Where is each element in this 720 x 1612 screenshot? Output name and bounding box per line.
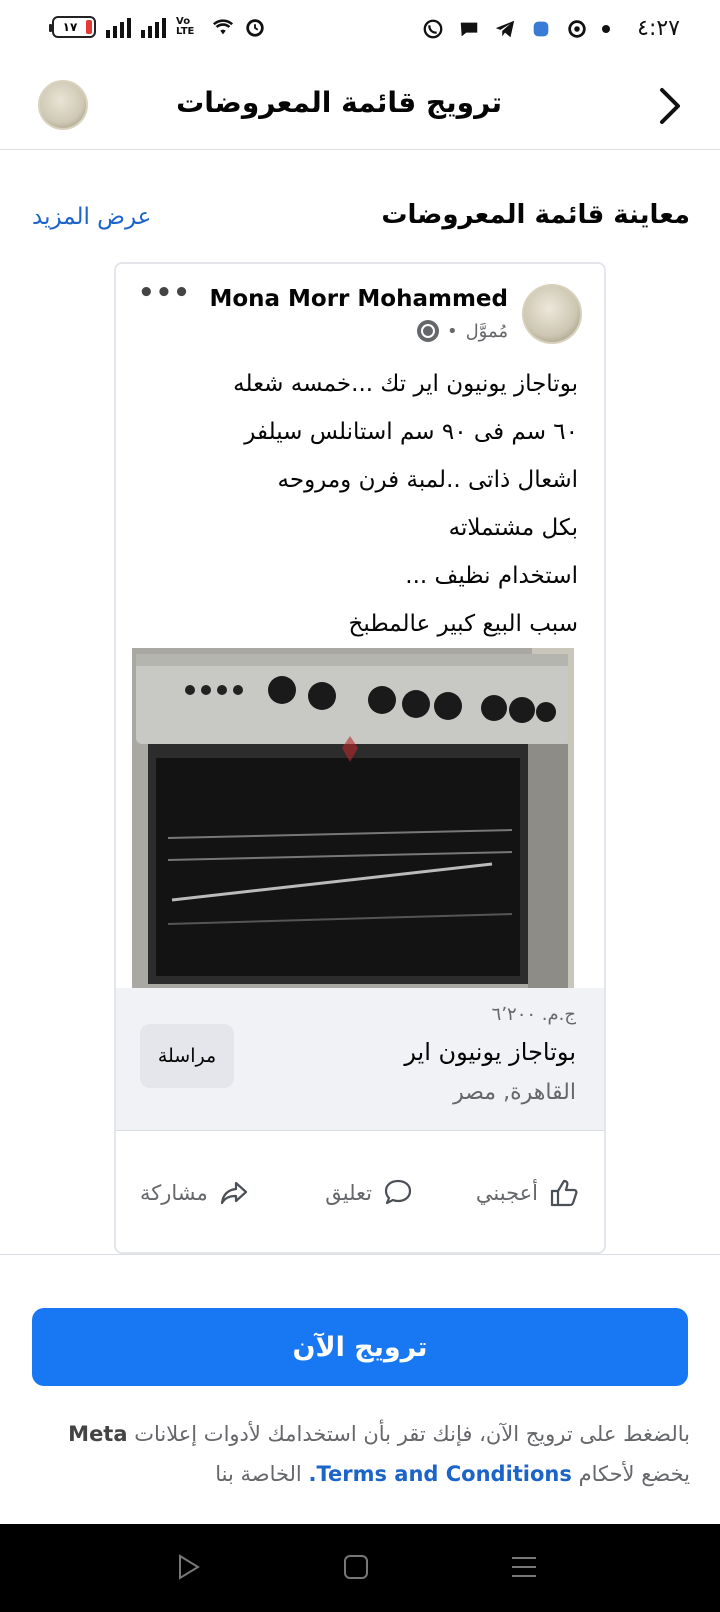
page-title: ترويج قائمة المعروضات <box>176 86 502 119</box>
notification-dot <box>602 25 610 33</box>
meta-label: Meta <box>68 1422 128 1446</box>
disclaimer-text: بالضغط على ترويج الآن، فإنك تقر بأن استخ… <box>134 1422 690 1446</box>
globe-icon <box>416 320 439 342</box>
boost-now-button[interactable]: ترويج الآن <box>32 1308 688 1386</box>
author-avatar[interactable] <box>522 284 582 344</box>
sponsored-label: مُموَّل <box>465 320 508 342</box>
menu-nav-icon[interactable] <box>510 1554 538 1580</box>
system-nav-bar <box>0 1524 720 1612</box>
back-arrow-icon[interactable] <box>650 84 690 128</box>
author-name[interactable]: Mona Morr Mohammed <box>209 286 508 312</box>
status-bar: ١٧ Vo LTE ٤:٢٧ <box>0 0 720 62</box>
home-nav-icon[interactable] <box>343 1554 369 1580</box>
post-line: سبب البيع كبير عالمطبخ <box>348 611 578 637</box>
app-icon <box>533 21 549 37</box>
post-line: اشعال ذاتى ..لمبة فرن ومروحه <box>277 467 578 493</box>
back-nav-icon[interactable] <box>176 1554 202 1580</box>
preview-title: معاينة قائمة المعروضات <box>381 200 690 230</box>
comment-label: تعليق <box>325 1181 372 1205</box>
post-line: بوتاجاز يونيون اير تك ...خمسه شعله <box>233 371 578 397</box>
listing-photo[interactable] <box>132 648 574 988</box>
like-icon <box>550 1179 578 1207</box>
terms-link[interactable]: Terms and Conditions. <box>308 1462 571 1486</box>
whatsapp-icon <box>423 19 443 39</box>
post-line: بكل مشتملاته <box>448 515 578 541</box>
status-notifications <box>422 18 610 40</box>
listing-info[interactable]: ج.م. ٦٬٢٠٠ بوتاجاز يونيون اير القاهرة, م… <box>116 988 604 1130</box>
comment-button[interactable]: تعليق <box>325 1177 414 1209</box>
battery-icon: ١٧ <box>49 16 96 38</box>
post-line: ٦٠ سم فى ٩٠ سم استانلس سيلفر <box>244 419 578 445</box>
telegram-icon <box>495 20 515 38</box>
disclaimer-text-3: الخاصة بنا <box>215 1462 302 1486</box>
disclaimer-text-2: يخضع لأحكام <box>578 1462 690 1486</box>
like-label: أعجبني <box>475 1181 538 1205</box>
volte-icon: Vo LTE <box>176 16 195 37</box>
sponsored-row: مُموَّل • <box>416 320 508 342</box>
page-avatar[interactable] <box>38 80 88 130</box>
threads-icon <box>568 20 586 38</box>
listing-price: ج.م. ٦٬٢٠٠ <box>491 1004 576 1025</box>
clock: ٤:٢٧ <box>637 16 680 41</box>
stove-image <box>132 648 574 988</box>
message-button[interactable]: مراسلة <box>140 1024 234 1088</box>
post-preview-card: Mona Morr Mohammed مُموَّل • ••• بوتاجاز… <box>114 262 606 1254</box>
listing-title: بوتاجاز يونيون اير <box>404 1038 576 1066</box>
listing-location: القاهرة, مصر <box>453 1080 576 1105</box>
signal-icon <box>106 16 131 38</box>
see-more-link[interactable]: عرض المزيد <box>32 204 151 230</box>
terms-disclaimer: بالضغط على ترويج الآن، فإنك تقر بأن استخ… <box>30 1414 690 1494</box>
status-left: ١٧ Vo LTE <box>49 16 266 38</box>
more-options-icon[interactable]: ••• <box>138 278 191 308</box>
post-line: استخدام نظيف ... <box>405 563 578 589</box>
post-actions: أعجبني تعليق مشاركة <box>116 1130 604 1252</box>
chat-icon <box>460 22 478 37</box>
share-button[interactable]: مشاركة <box>140 1177 250 1209</box>
share-icon <box>220 1181 247 1205</box>
share-label: مشاركة <box>140 1181 208 1205</box>
wifi-icon <box>212 19 234 35</box>
alarm-icon <box>246 19 264 37</box>
like-button[interactable]: أعجبني <box>476 1177 580 1209</box>
signal-icon-2 <box>141 16 166 38</box>
post-body: بوتاجاز يونيون اير تك ...خمسه شعله ٦٠ سم… <box>138 360 578 648</box>
separator-dot: • <box>446 320 458 342</box>
top-header: ترويج قائمة المعروضات <box>0 62 720 150</box>
divider <box>0 1254 720 1255</box>
battery-level: ١٧ <box>62 20 78 34</box>
comment-icon <box>384 1179 412 1205</box>
